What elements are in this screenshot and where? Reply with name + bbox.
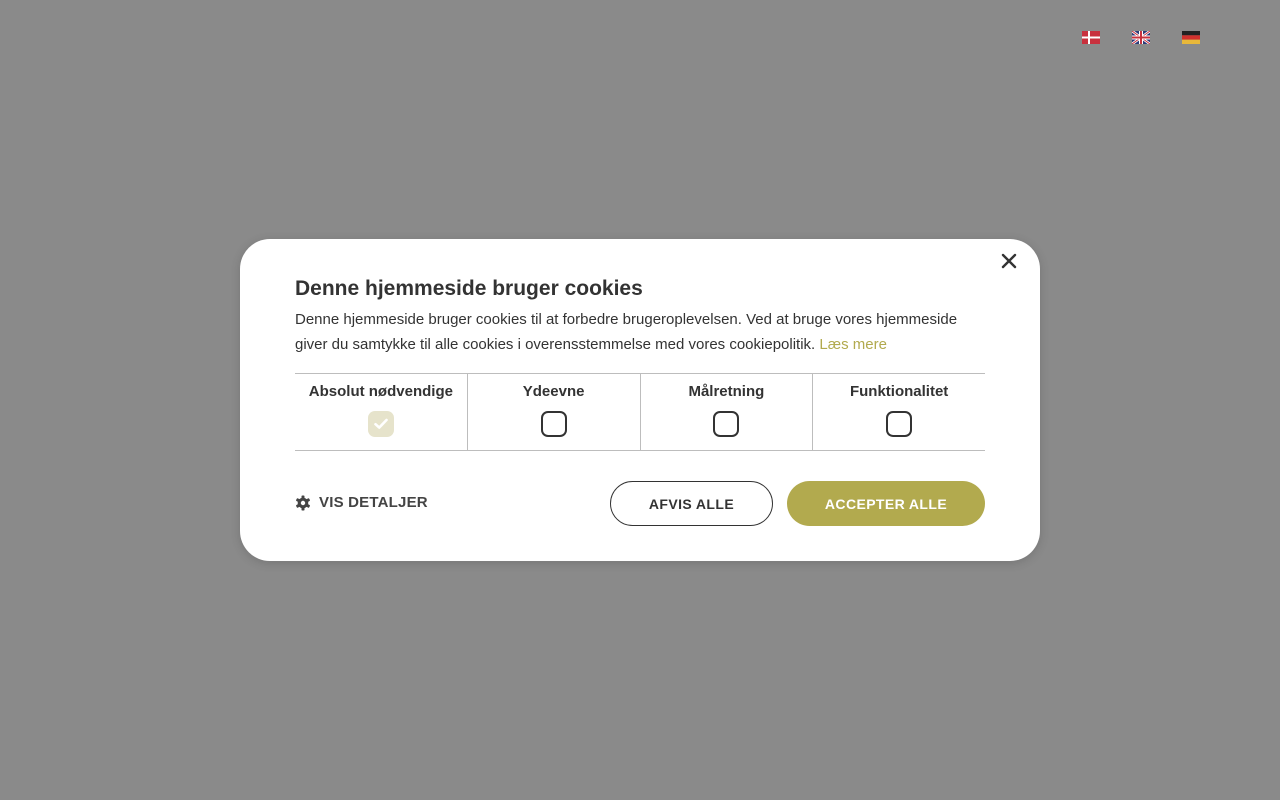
- accept-all-button[interactable]: ACCEPTER ALLE: [787, 481, 985, 526]
- show-details-label: VIS DETALJER: [319, 494, 428, 511]
- dialog-title: Denne hjemmeside bruger cookies: [295, 277, 643, 300]
- read-more-link[interactable]: Læs mere: [819, 336, 887, 353]
- category-label: Ydeevne: [522, 383, 585, 400]
- decline-all-button[interactable]: AFVIS ALLE: [610, 481, 773, 526]
- category-functionality: Funktionalitet: [813, 374, 985, 450]
- category-label: Funktionalitet: [849, 383, 949, 400]
- close-button[interactable]: [998, 250, 1020, 272]
- dialog-description: Denne hjemmeside bruger cookies til at f…: [295, 307, 985, 357]
- language-switcher: [1082, 31, 1200, 44]
- category-performance: Ydeevne: [468, 374, 641, 450]
- flag-uk-icon[interactable]: [1132, 31, 1150, 44]
- gear-icon: [296, 495, 310, 510]
- category-targeting: Målretning: [641, 374, 814, 450]
- cookie-consent-dialog: Denne hjemmeside bruger cookies Denne hj…: [240, 239, 1040, 561]
- performance-checkbox[interactable]: [540, 411, 567, 437]
- strictly-necessary-checkbox: [367, 411, 394, 437]
- close-icon: [1001, 253, 1017, 269]
- category-label: Absolut nødvendige: [308, 383, 453, 400]
- checkmark-icon: [374, 418, 388, 429]
- category-strictly-necessary: Absolut nødvendige: [295, 374, 468, 450]
- flag-denmark-icon[interactable]: [1082, 31, 1100, 44]
- category-label: Målretning: [688, 383, 765, 400]
- functionality-checkbox[interactable]: [886, 411, 913, 437]
- show-details-button[interactable]: VIS DETALJER: [295, 494, 428, 511]
- targeting-checkbox[interactable]: [713, 411, 740, 437]
- cookie-categories: Absolut nødvendige Ydeevne Målretning Fu…: [295, 373, 985, 451]
- flag-germany-icon[interactable]: [1182, 31, 1200, 44]
